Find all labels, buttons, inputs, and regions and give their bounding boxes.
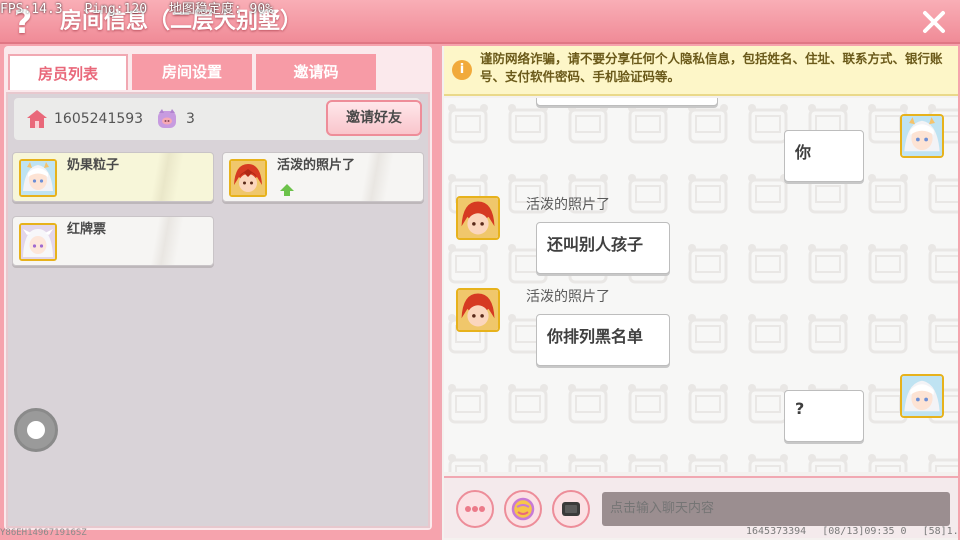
chat-messages[interactable]: 你 活泼的照片了 还叫别人孩子 活泼的照片了 你排列黑名单 ?: [444, 98, 958, 472]
avatar-white-hair-girl-icon: [902, 376, 942, 416]
room-info-bar: 1605241593 3 邀请好友: [14, 98, 422, 140]
chat-input[interactable]: [602, 492, 950, 526]
avatar[interactable]: [900, 374, 944, 418]
keyboard-icon: [562, 502, 580, 516]
debug-fps: FPS:14.3: [0, 2, 63, 17]
sender-name: 活泼的照片了: [526, 289, 610, 305]
member-card[interactable]: 奶果粒子: [12, 152, 214, 202]
chat-bubble-other: 你排列黑名单: [536, 314, 670, 366]
debug-status-bar: 1645373394 [08/13]09:35 0 [58]1.16.2: [746, 526, 960, 537]
dots-icon: [465, 506, 485, 512]
avatar: [229, 159, 267, 197]
avatar-white-hair-girl-icon: [902, 116, 942, 156]
member-list: 1605241593 3 邀请好友 奶果粒子 活泼的照片了 红牌票: [6, 92, 430, 528]
more-button[interactable]: [456, 490, 494, 528]
joystick-knob[interactable]: [27, 421, 45, 439]
debug-user-id: 1645373394: [746, 526, 807, 537]
close-button[interactable]: [918, 6, 950, 38]
avatar-red-hair-boy-icon: [458, 290, 498, 330]
chat-bubble-self: ?: [784, 390, 864, 442]
member-card[interactable]: 红牌票: [12, 216, 214, 266]
member-card[interactable]: 活泼的照片了: [222, 152, 424, 202]
member-name: 奶果粒子: [67, 158, 120, 173]
chat-bubble-other: 还叫别人孩子: [536, 222, 670, 274]
member-name: 活泼的照片了: [277, 158, 356, 173]
keyboard-button[interactable]: [552, 490, 590, 528]
debug-stability: 地图稳定度: 90%: [168, 2, 274, 17]
member-name: 红牌票: [67, 222, 107, 237]
avatar: [19, 223, 57, 261]
avatar-white-hair-girl-icon: [21, 161, 55, 195]
room-id: 1605241593: [54, 111, 144, 127]
chat-panel: i 谨防网络诈骗，请不要分享任何个人隐私信息，包括姓名、住址、联系方式、银行账号…: [440, 46, 958, 540]
level-up-icon: [280, 184, 294, 196]
avatar-red-hair-boy-icon: [458, 198, 498, 238]
chat-bubble-partial: [536, 98, 718, 106]
debug-time: [08/13]09:35 0: [822, 526, 907, 537]
virtual-joystick[interactable]: [14, 408, 58, 452]
background-pattern: [444, 98, 958, 472]
tab-invite-code[interactable]: 邀请码: [256, 54, 376, 90]
emoji-icon: [511, 497, 535, 521]
pig-icon: [158, 109, 176, 128]
room-member-panel: 房员列表 房间设置 邀请码 1605241593 3 邀请好友 奶果粒子 活泼的…: [4, 46, 432, 530]
avatar[interactable]: [456, 196, 500, 240]
avatar: [19, 159, 57, 197]
anti-fraud-notice: i 谨防网络诈骗，请不要分享任何个人隐私信息，包括姓名、住址、联系方式、银行账号…: [444, 46, 958, 96]
invite-friend-button[interactable]: 邀请好友: [326, 100, 422, 136]
debug-version: [58]1.16.2: [922, 526, 960, 537]
tab-room-settings[interactable]: 房间设置: [132, 54, 252, 90]
notice-text: 谨防网络诈骗，请不要分享任何个人隐私信息，包括姓名、住址、联系方式、银行账号、支…: [480, 51, 943, 84]
debug-overlay: FPS:14.3 Ping:120 地图稳定度: 90%: [0, 0, 287, 17]
tab-member-list[interactable]: 房员列表: [8, 54, 128, 90]
title-bar: ? 房间信息（二层大别墅） FPS:14.3 Ping:120 地图稳定度: 9…: [0, 0, 960, 44]
avatar-silver-hair-girl-icon: [21, 225, 55, 259]
sender-name: 活泼的照片了: [526, 197, 610, 213]
avatar-red-hair-boy-icon: [231, 161, 265, 195]
debug-ping: Ping:120: [84, 2, 148, 17]
close-icon: [923, 11, 945, 33]
house-icon: [27, 110, 47, 128]
emoji-button[interactable]: [504, 490, 542, 528]
debug-device-id: Y86EH149671916SZ: [0, 528, 87, 538]
member-count: 3: [186, 111, 195, 127]
info-icon: i: [452, 60, 472, 80]
avatar[interactable]: [456, 288, 500, 332]
avatar[interactable]: [900, 114, 944, 158]
chat-bubble-self: 你: [784, 130, 864, 182]
